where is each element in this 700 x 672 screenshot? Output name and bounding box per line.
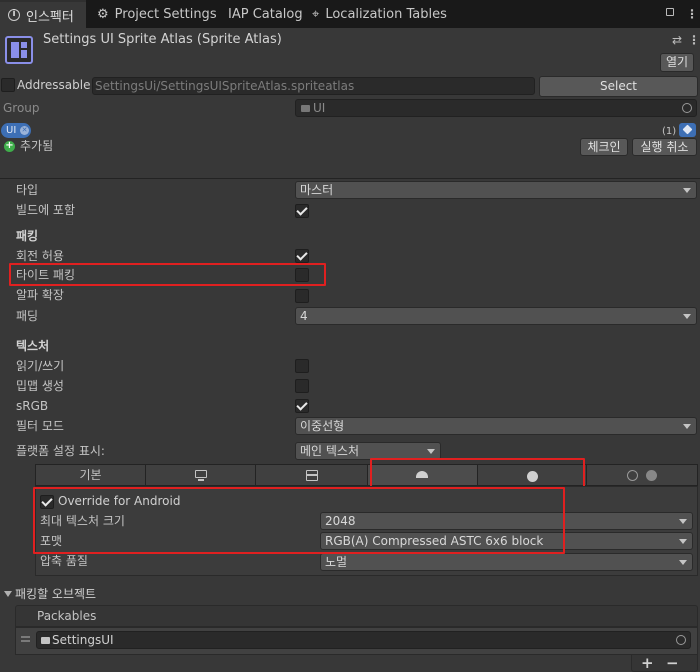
foldout-arrow-icon[interactable] bbox=[4, 591, 12, 597]
platform-texture-value: 메인 텍스처 bbox=[300, 444, 360, 458]
remove-tag-icon[interactable]: ✕ bbox=[20, 126, 29, 135]
globe-icon: ⌖ bbox=[312, 6, 320, 22]
alpha-dilation-checkbox[interactable] bbox=[295, 289, 309, 303]
type-label: 타입 bbox=[16, 183, 39, 197]
gear-icon: ⚙ bbox=[97, 6, 109, 22]
mipmaps-checkbox[interactable] bbox=[295, 379, 309, 393]
srgb-checkbox[interactable] bbox=[295, 399, 309, 413]
more-menu-icon[interactable]: ⋮ bbox=[686, 6, 698, 22]
filter-mode-label: 필터 모드 bbox=[16, 419, 64, 433]
allow-rotation-label: 회전 허용 bbox=[16, 249, 64, 263]
added-icon: + bbox=[4, 140, 15, 152]
drag-handle-icon[interactable] bbox=[21, 636, 30, 638]
select-button[interactable]: Select bbox=[539, 76, 698, 97]
tab-project-settings[interactable]: ⚙ Project Settings bbox=[89, 0, 225, 28]
filter-mode-value: 이중선형 bbox=[300, 419, 345, 433]
type-dropdown[interactable]: 마스터 bbox=[295, 181, 697, 199]
srgb-label: sRGB bbox=[16, 399, 49, 413]
web-icon bbox=[627, 470, 638, 481]
tab-inspector[interactable]: i 인스펙터 bbox=[0, 0, 86, 28]
packables-list-header: Packables bbox=[15, 605, 698, 627]
objects-header[interactable]: 패킹할 오브젝트 bbox=[15, 586, 96, 602]
platform-tab-standalone[interactable] bbox=[145, 464, 256, 486]
chevron-down-icon bbox=[679, 539, 687, 544]
platform-tab-server[interactable] bbox=[255, 464, 368, 486]
tight-packing-highlight bbox=[9, 263, 326, 286]
padding-dropdown[interactable]: 4 bbox=[295, 307, 697, 325]
addressable-checkbox[interactable] bbox=[1, 78, 15, 92]
checkin-button[interactable]: 체크인 bbox=[580, 138, 628, 156]
component-menu-icon[interactable]: ⋮ bbox=[688, 32, 700, 48]
packable-item-name: SettingsUI bbox=[52, 633, 114, 647]
remove-item-icon[interactable]: − bbox=[666, 655, 679, 671]
standalone-icon bbox=[195, 470, 207, 478]
allow-rotation-checkbox[interactable] bbox=[295, 249, 309, 263]
label-tag-icon[interactable] bbox=[679, 123, 696, 137]
type-value: 마스터 bbox=[300, 183, 334, 197]
chevron-down-icon bbox=[683, 424, 691, 429]
chevron-down-icon bbox=[679, 519, 687, 524]
platform-settings-label: 플랫폼 설정 표시: bbox=[16, 444, 105, 458]
packables-label: Packables bbox=[37, 609, 97, 623]
padding-value: 4 bbox=[300, 309, 308, 323]
tab-label: 인스펙터 bbox=[26, 9, 74, 25]
addressable-path: SettingsUi/SettingsUISpriteAtlas.spritea… bbox=[95, 79, 355, 93]
add-item-icon[interactable]: + bbox=[641, 655, 654, 671]
tab-localization-tables[interactable]: ⌖ Localization Tables bbox=[304, 0, 455, 28]
folder-icon bbox=[301, 105, 310, 112]
object-picker-icon[interactable] bbox=[676, 635, 686, 645]
facebook-icon bbox=[646, 470, 657, 481]
inspector-title: Settings UI Sprite Atlas (Sprite Atlas) bbox=[43, 32, 282, 47]
object-picker-icon[interactable] bbox=[682, 103, 692, 113]
tag-chip[interactable]: UI ✕ bbox=[1, 123, 31, 138]
packing-header: 패킹 bbox=[16, 229, 39, 243]
chevron-down-icon bbox=[683, 314, 691, 319]
android-override-highlight bbox=[33, 487, 565, 554]
filter-mode-dropdown[interactable]: 이중선형 bbox=[295, 417, 697, 435]
texture-header: 텍스처 bbox=[16, 339, 50, 353]
chevron-down-icon bbox=[427, 449, 435, 454]
open-button[interactable]: 열기 bbox=[660, 53, 694, 72]
read-write-label: 읽기/쓰기 bbox=[16, 359, 65, 373]
tab-label: Localization Tables bbox=[325, 6, 447, 22]
read-write-checkbox[interactable] bbox=[295, 359, 309, 373]
mipmaps-label: 밉맵 생성 bbox=[16, 379, 64, 393]
folder-icon bbox=[41, 637, 50, 644]
include-in-build-label: 빌드에 포함 bbox=[16, 203, 76, 217]
lock-icon[interactable] bbox=[666, 8, 674, 16]
compression-label: 압축 품질 bbox=[40, 554, 88, 568]
platform-tabs-highlight bbox=[370, 458, 585, 488]
platform-tab-web[interactable] bbox=[586, 464, 698, 486]
tab-label: Project Settings bbox=[114, 6, 217, 22]
added-label: 추가됨 bbox=[20, 139, 54, 153]
tab-label: IAP Catalog bbox=[228, 6, 303, 22]
grid-icon bbox=[306, 470, 318, 481]
alpha-dilation-label: 알파 확장 bbox=[16, 288, 64, 302]
packable-item-field[interactable]: SettingsUI bbox=[36, 631, 691, 649]
chevron-down-icon bbox=[683, 188, 691, 193]
undo-button[interactable]: 실행 취소 bbox=[632, 138, 697, 156]
addressable-path-field[interactable]: SettingsUi/SettingsUISpriteAtlas.spritea… bbox=[92, 77, 535, 95]
include-in-build-checkbox[interactable] bbox=[295, 204, 309, 218]
platform-tab-default[interactable]: 기본 bbox=[35, 464, 146, 486]
compression-value: 노멀 bbox=[325, 555, 348, 569]
platform-tab-label: 기본 bbox=[79, 468, 102, 482]
group-value: UI bbox=[313, 101, 326, 115]
tag-label: UI bbox=[6, 125, 17, 136]
compression-dropdown[interactable]: 노멀 bbox=[320, 553, 693, 571]
tab-iap-catalog[interactable]: IAP Catalog bbox=[220, 0, 311, 28]
addressable-label: Addressable bbox=[17, 78, 91, 92]
settings-sliders-icon[interactable]: ⇄ bbox=[672, 32, 682, 48]
group-label: Group bbox=[3, 101, 40, 115]
section-divider bbox=[0, 178, 700, 179]
chevron-down-icon bbox=[679, 560, 687, 565]
group-field[interactable]: UI bbox=[295, 99, 697, 117]
inspector-tab-bar: i 인스펙터 ⚙ Project Settings IAP Catalog ⌖ … bbox=[0, 0, 700, 28]
sprite-atlas-icon bbox=[5, 36, 33, 64]
padding-label: 패딩 bbox=[16, 309, 39, 323]
info-icon: i bbox=[8, 9, 20, 21]
